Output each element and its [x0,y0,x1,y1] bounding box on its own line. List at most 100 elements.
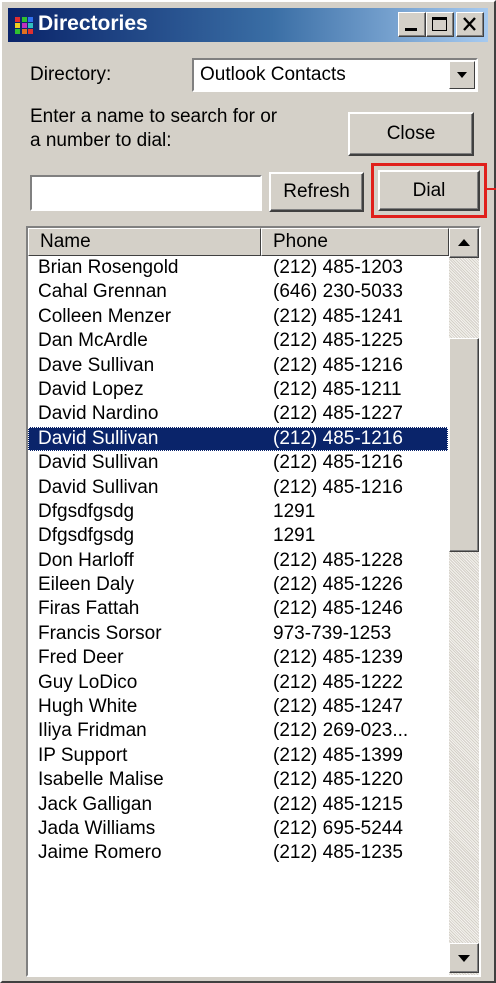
contact-name: David Lopez [38,378,144,400]
contact-name: Jada Williams [38,817,156,839]
scroll-up-button[interactable] [449,228,479,258]
contact-name: Iliya Fridman [38,720,147,742]
contact-phone: (212) 695-5244 [273,817,403,839]
table-row[interactable]: Firas Fattah (212) 485-1246 [28,597,448,621]
contact-name: Dan McArdle [38,330,148,352]
contact-name: Francis Sorsor [38,622,162,644]
contact-phone: (212) 485-1215 [273,793,403,815]
table-row[interactable]: Jada Williams (212) 695-5244 [28,817,448,841]
table-row[interactable]: Dfgsdfgsdg 1291 [28,500,448,524]
arrow-up-icon [458,239,470,246]
table-row[interactable]: Isabelle Malise (212) 485-1220 [28,768,448,792]
contact-phone: (212) 485-1228 [273,549,403,571]
directory-select-value: Outlook Contacts [200,64,346,85]
directory-select[interactable]: Outlook Contacts [192,58,478,92]
contact-name: Cahal Grennan [38,281,167,303]
table-row[interactable]: Iliya Fridman (212) 269-023... [28,719,448,743]
contact-phone: (212) 485-1239 [273,647,403,669]
title-bar[interactable]: Directories [8,8,488,42]
contact-phone: (212) 485-1235 [273,842,403,864]
contact-name: Dave Sullivan [38,354,155,376]
scroll-thumb[interactable] [449,338,479,552]
contact-phone: (212) 485-1220 [273,769,403,791]
contact-name: David Nardino [38,403,159,425]
contact-name: Eileen Daly [38,574,135,596]
table-row[interactable]: David Sullivan (212) 485-1216 [28,426,448,452]
table-row[interactable]: David Nardino (212) 485-1227 [28,402,448,426]
minimize-button[interactable] [398,12,426,37]
column-header-phone[interactable]: Phone [261,228,449,256]
table-row[interactable]: Francis Sorsor 973-739-1253 [28,622,448,646]
contact-name: Isabelle Malise [38,769,164,791]
table-row[interactable]: Fred Deer (212) 485-1239 [28,646,448,670]
table-row[interactable]: Don Harloff (212) 485-1228 [28,549,448,573]
contact-name: Brian Rosengold [38,257,179,278]
contact-phone: (212) 485-1227 [273,403,403,425]
chevron-down-icon [457,72,467,78]
close-button[interactable]: Close [348,112,474,156]
contact-name: Jack Galligan [38,793,153,815]
contact-phone: (212) 485-1203 [273,257,403,278]
table-row[interactable]: Dave Sullivan (212) 485-1216 [28,354,448,378]
column-header-name[interactable]: Name [28,228,261,256]
table-row[interactable]: Dan McArdle (212) 485-1225 [28,329,448,353]
table-row[interactable]: Dfgsdfgsdg 1291 [28,524,448,548]
window-title: Directories [38,12,148,35]
contact-name: Don Harloff [38,549,134,571]
table-row[interactable]: Brian Rosengold (212) 485-1203 [28,256,448,280]
contact-phone: 1291 [273,525,316,547]
contact-phone: (212) 485-1222 [273,671,403,693]
table-row[interactable]: Guy LoDico (212) 485-1222 [28,671,448,695]
contact-name: Dfgsdfgsdg [38,500,135,522]
table-row[interactable]: IP Support (212) 485-1399 [28,744,448,768]
table-row[interactable]: Cahal Grennan (646) 230-5033 [28,280,448,304]
contact-name: David Sullivan [38,476,159,498]
contact-name: IP Support [38,744,128,766]
arrow-down-icon [458,955,470,962]
search-prompt-line2: a number to dial: [30,130,172,151]
contact-phone: (212) 485-1399 [273,744,403,766]
table-row[interactable]: David Lopez (212) 485-1211 [28,378,448,402]
contact-name: Dfgsdfgsdg [38,525,135,547]
dial-highlight-box [371,163,487,218]
contact-phone: (646) 230-5033 [273,281,403,303]
contact-phone: (212) 269-023... [273,720,409,742]
table-row[interactable]: Jack Galligan (212) 485-1215 [28,793,448,817]
contact-phone: (212) 485-1216 [273,354,403,376]
contact-name: David Sullivan [38,427,159,449]
contact-phone: (212) 485-1225 [273,330,403,352]
contact-phone: (212) 485-1246 [273,598,403,620]
maximize-button[interactable] [426,12,454,37]
maximize-icon [432,17,447,31]
directory-label: Directory: [30,64,112,85]
minimize-icon [405,28,417,31]
close-window-button[interactable] [456,12,484,37]
contact-phone: 973-739-1253 [273,622,392,644]
search-input[interactable] [30,175,262,211]
table-row[interactable]: David Sullivan (212) 485-1216 [28,451,448,475]
vertical-scrollbar[interactable] [449,228,479,975]
contact-phone: (212) 485-1216 [273,476,403,498]
table-row[interactable]: Hugh White (212) 485-1247 [28,695,448,719]
contact-name: Hugh White [38,696,138,718]
contact-phone: (212) 485-1247 [273,696,403,718]
contact-phone: 1291 [273,500,316,522]
contact-phone: (212) 485-1226 [273,574,403,596]
callout-line [487,188,496,190]
contacts-rows: Brian Rosengold (212) 485-1203 Cahal Grenn… [28,256,448,866]
table-row[interactable]: Colleen Menzer (212) 485-1241 [28,305,448,329]
contact-phone: (212) 485-1216 [273,452,403,474]
refresh-button[interactable]: Refresh [269,172,364,212]
contacts-list[interactable]: Name Phone Brian Rosengold (212) 485-1203… [26,226,481,977]
scroll-down-button[interactable] [449,943,479,973]
contact-phone: (212) 485-1216 [273,427,403,449]
contact-name: Firas Fattah [38,598,140,620]
contact-name: Fred Deer [38,647,124,669]
table-row[interactable]: David Sullivan (212) 485-1216 [28,476,448,500]
table-row[interactable]: Jaime Romero (212) 485-1235 [28,841,448,865]
table-row[interactable]: Eileen Daly (212) 485-1226 [28,573,448,597]
contact-phone: (212) 485-1211 [273,378,402,400]
search-prompt-line1: Enter a name to search for or [30,106,278,127]
directory-dropdown-button[interactable] [449,61,475,89]
contact-name: Colleen Menzer [38,305,172,327]
